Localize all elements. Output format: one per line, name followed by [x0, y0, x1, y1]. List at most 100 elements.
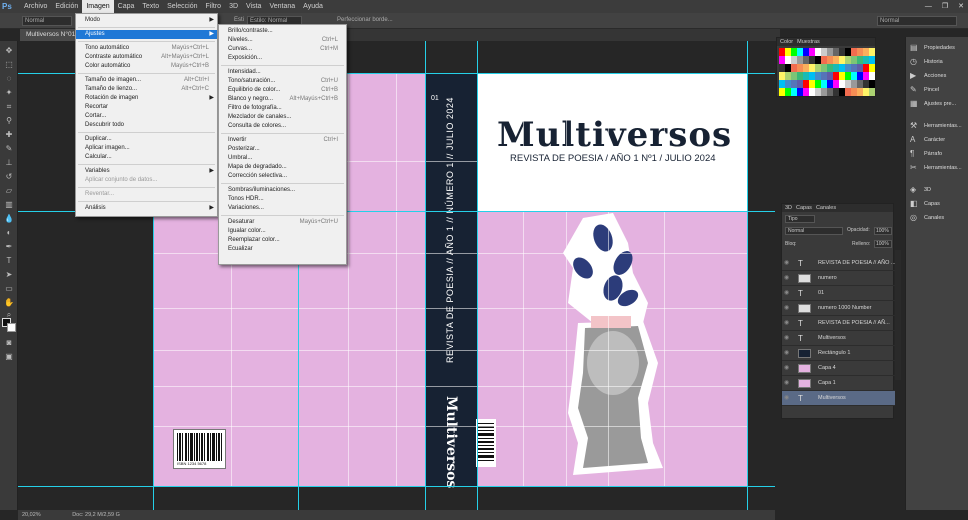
eye-icon[interactable]: ◉ — [784, 361, 789, 376]
ajustes-item-variaciones[interactable]: Variaciones... — [219, 204, 346, 213]
eye-icon[interactable]: ◉ — [784, 271, 789, 286]
ajustes-item-correccion-selectiva[interactable]: Corrección selectiva... — [219, 172, 346, 181]
ajustes-item-sombras-iluminaciones[interactable]: Sombras/iluminaciones... — [219, 186, 346, 195]
imagen-item-reventar[interactable]: Reventar... — [76, 190, 217, 199]
layer-row[interactable]: ◉ Rectángulo 1 — [782, 346, 895, 361]
imagen-item-contraste-automatico[interactable]: Contraste automático Alt+Mayús+Ctrl+L — [76, 53, 217, 62]
workspace-dropdown[interactable]: Normal — [877, 16, 957, 26]
imagen-item-recortar[interactable]: Recortar — [76, 103, 217, 112]
lasso-tool-icon[interactable]: ◌ — [3, 73, 15, 85]
close-icon[interactable]: ✕ — [958, 0, 964, 13]
imagen-item-variables[interactable]: Variables ▶ — [76, 167, 217, 176]
ajustes-item-desaturar[interactable]: Desaturar Mayús+Ctrl+U — [219, 218, 346, 227]
ajustes-item-tono-saturacion[interactable]: Tono/saturación... Ctrl+U — [219, 77, 346, 86]
swatches-grid[interactable] — [779, 48, 875, 96]
restore-icon[interactable]: ❐ — [942, 0, 948, 13]
dock-historia[interactable]: ◷ Historia — [906, 55, 968, 69]
layer-filter-dropdown[interactable]: Tipo — [785, 215, 815, 223]
screen-mode-icon[interactable]: ▣ — [3, 351, 15, 363]
tab-swatches[interactable]: Muestras — [797, 38, 820, 46]
menu-capa[interactable]: Capa — [114, 0, 139, 13]
eyedropper-tool-icon[interactable]: ⚲ — [3, 115, 15, 127]
eye-icon[interactable]: ◉ — [784, 331, 789, 346]
dock-acciones[interactable]: ▶ Acciones — [906, 69, 968, 83]
imagen-item-color-automatico[interactable]: Color automático Mayús+Ctrl+B — [76, 62, 217, 71]
background-color-swatch[interactable] — [7, 323, 16, 332]
ajustes-item-niveles[interactable]: Niveles... Ctrl+L — [219, 36, 346, 45]
eye-icon[interactable]: ◉ — [784, 256, 789, 271]
dock-pincel[interactable]: ✎ Pincel — [906, 83, 968, 97]
dock-herramientas[interactable]: ⚒ Herramientas... — [906, 119, 968, 133]
ajustes-item-filtro-de-fotografia[interactable]: Filtro de fotografía... — [219, 104, 346, 113]
ajustes-item-igualar-color[interactable]: Igualar color... — [219, 227, 346, 236]
layer-row[interactable]: ◉ T REVISTA DE POESIA // AÑO ... — [782, 256, 896, 271]
ajustes-item-intensidad[interactable]: Intensidad... — [219, 68, 346, 77]
color-swatch[interactable] — [869, 72, 875, 80]
ajustes-item-blanco-y-negro[interactable]: Blanco y negro... Alt+Mayús+Ctrl+B — [219, 95, 346, 104]
color-swatch[interactable] — [869, 64, 875, 72]
pen-tool-icon[interactable]: ✒ — [3, 241, 15, 253]
eye-icon[interactable]: ◉ — [784, 286, 789, 301]
quick-mask-icon[interactable]: ◙ — [3, 337, 15, 349]
type-tool-icon[interactable]: T — [3, 255, 15, 267]
history-brush-tool-icon[interactable]: ↺ — [3, 171, 15, 183]
move-tool-icon[interactable]: ✥ — [3, 45, 15, 57]
eraser-tool-icon[interactable]: ▱ — [3, 185, 15, 197]
layer-row[interactable]: ◉ T 01 — [782, 286, 895, 301]
menu-archivo[interactable]: Archivo — [20, 0, 51, 13]
tab-3d[interactable]: 3D — [785, 204, 792, 212]
ajustes-item-posterizar[interactable]: Posterizar... — [219, 145, 346, 154]
minimize-icon[interactable]: — — [925, 0, 932, 13]
menu-3d[interactable]: 3D — [225, 0, 242, 13]
menu-vista[interactable]: Vista — [242, 0, 265, 13]
menu-edicion[interactable]: Edición — [51, 0, 82, 13]
tab-layers[interactable]: Capas — [796, 204, 812, 212]
dodge-tool-icon[interactable]: ◐ — [3, 227, 15, 239]
layers-scrollbar[interactable] — [895, 250, 901, 380]
ajustes-item-umbral[interactable]: Umbral... — [219, 154, 346, 163]
dock-propiedades[interactable]: ▤ Propiedades — [906, 41, 968, 55]
dock-parrafo[interactable]: ¶ Párrafo — [906, 147, 968, 161]
eye-icon[interactable]: ◉ — [784, 346, 789, 361]
imagen-item-calcular[interactable]: Calcular... — [76, 153, 217, 162]
menu-ventana[interactable]: Ventana — [265, 0, 299, 13]
blend-mode-dropdown[interactable]: Normal — [785, 227, 843, 235]
ajustes-item-curvas[interactable]: Curvas... Ctrl+M — [219, 45, 346, 54]
ajustes-item-exposicion[interactable]: Exposición... — [219, 54, 346, 63]
zoom-level[interactable]: 20,02% — [18, 512, 41, 518]
guide-line[interactable] — [747, 41, 748, 510]
path-select-tool-icon[interactable]: ➤ — [3, 269, 15, 281]
shape-tool-icon[interactable]: ▭ — [3, 283, 15, 295]
ajustes-item-equilibrio-de-color[interactable]: Equilibrio de color... Ctrl+B — [219, 86, 346, 95]
dock-3d[interactable]: ◈ 3D — [906, 183, 968, 197]
imagen-item-aplicar-imagen[interactable]: Aplicar imagen... — [76, 144, 217, 153]
color-swatch[interactable] — [869, 88, 875, 96]
tab-color[interactable]: Color — [780, 38, 793, 46]
hand-tool-icon[interactable]: ✋ — [3, 297, 15, 309]
dock-caracter[interactable]: A Carácter — [906, 133, 968, 147]
eye-icon[interactable]: ◉ — [784, 391, 789, 406]
imagen-item-aplicar-conjunto-de-datos[interactable]: Aplicar conjunto de datos... — [76, 176, 217, 185]
options-field-1[interactable]: Normal — [22, 16, 72, 26]
imagen-item-tamano-de-imagen[interactable]: Tamaño de imagen... Alt+Ctrl+I — [76, 76, 217, 85]
healing-tool-icon[interactable]: ✚ — [3, 129, 15, 141]
imagen-item-cortar[interactable]: Cortar... — [76, 112, 217, 121]
opacity-input[interactable]: 100% — [874, 227, 892, 235]
brush-tool-icon[interactable]: ✎ — [3, 143, 15, 155]
blur-tool-icon[interactable]: 💧 — [3, 213, 15, 225]
ajustes-item-mapa-de-degradado[interactable]: Mapa de degradado... — [219, 163, 346, 172]
ajustes-item-ecualizar[interactable]: Ecualizar — [219, 245, 346, 254]
color-swatch[interactable] — [869, 80, 875, 88]
ajustes-item-invertir[interactable]: Invertir Ctrl+I — [219, 136, 346, 145]
imagen-item-tono-automatico[interactable]: Tono automático Mayús+Ctrl+L — [76, 44, 217, 53]
imagen-item-rotacion-de-imagen[interactable]: Rotación de imagen ▶ — [76, 94, 217, 103]
guide-line[interactable] — [425, 41, 426, 510]
gradient-tool-icon[interactable]: ▥ — [3, 199, 15, 211]
stamp-tool-icon[interactable]: ⊥ — [3, 157, 15, 169]
guide-line[interactable] — [18, 486, 775, 487]
dock-capas[interactable]: ◧ Capas — [906, 197, 968, 211]
marquee-tool-icon[interactable]: ⬚ — [3, 59, 15, 71]
tab-channels[interactable]: Canales — [816, 204, 836, 212]
layer-row[interactable]: ◉ numero — [782, 271, 895, 286]
color-swatch[interactable] — [869, 48, 875, 56]
